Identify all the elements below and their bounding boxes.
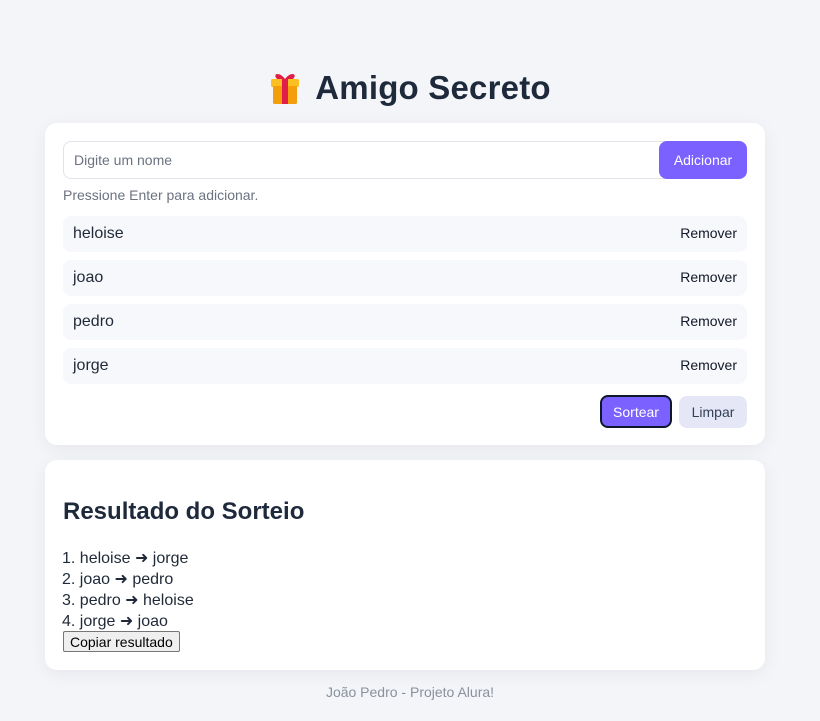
remove-button[interactable]: Remover — [680, 269, 737, 285]
result-line: 4. jorge ➜ joao — [62, 613, 168, 630]
participant-list: heloise Remover joao Remover pedro Remov… — [63, 216, 747, 392]
page-header: Amigo Secreto — [0, 66, 820, 110]
result-line: 3. pedro ➜ heloise — [62, 592, 194, 609]
add-button[interactable]: Adicionar — [659, 141, 747, 179]
result-line: 2. joao ➜ pedro — [62, 571, 174, 588]
participant-item: heloise Remover — [63, 216, 747, 252]
result-title: Resultado do Sorteio — [63, 498, 305, 525]
draw-button[interactable]: Sortear — [600, 395, 672, 428]
name-input[interactable] — [63, 141, 671, 179]
participant-name: jorge — [73, 357, 109, 374]
input-hint: Pressione Enter para adicionar. — [63, 187, 259, 203]
result-card: Resultado do Sorteio 1. heloise ➜ jorge … — [45, 460, 765, 670]
gift-icon — [271, 74, 300, 104]
participant-name: joao — [73, 269, 104, 286]
page-title: Amigo Secreto — [315, 69, 551, 106]
copy-result-button[interactable]: Copiar resultado — [63, 631, 180, 652]
participants-card: Adicionar Pressione Enter para adicionar… — [45, 123, 765, 445]
result-list: 1. heloise ➜ jorge 2. joao ➜ pedro 3. pe… — [62, 548, 194, 632]
remove-button[interactable]: Remover — [680, 357, 737, 373]
clear-button[interactable]: Limpar — [679, 396, 747, 428]
result-line: 1. heloise ➜ jorge — [62, 550, 189, 567]
participant-name: heloise — [73, 225, 124, 242]
remove-button[interactable]: Remover — [680, 313, 737, 329]
participant-item: joao Remover — [63, 260, 747, 296]
participant-name: pedro — [73, 313, 114, 330]
participant-item: pedro Remover — [63, 304, 747, 340]
remove-button[interactable]: Remover — [680, 225, 737, 241]
participant-item: jorge Remover — [63, 348, 747, 384]
footer-text: João Pedro - Projeto Alura! — [325, 684, 495, 700]
